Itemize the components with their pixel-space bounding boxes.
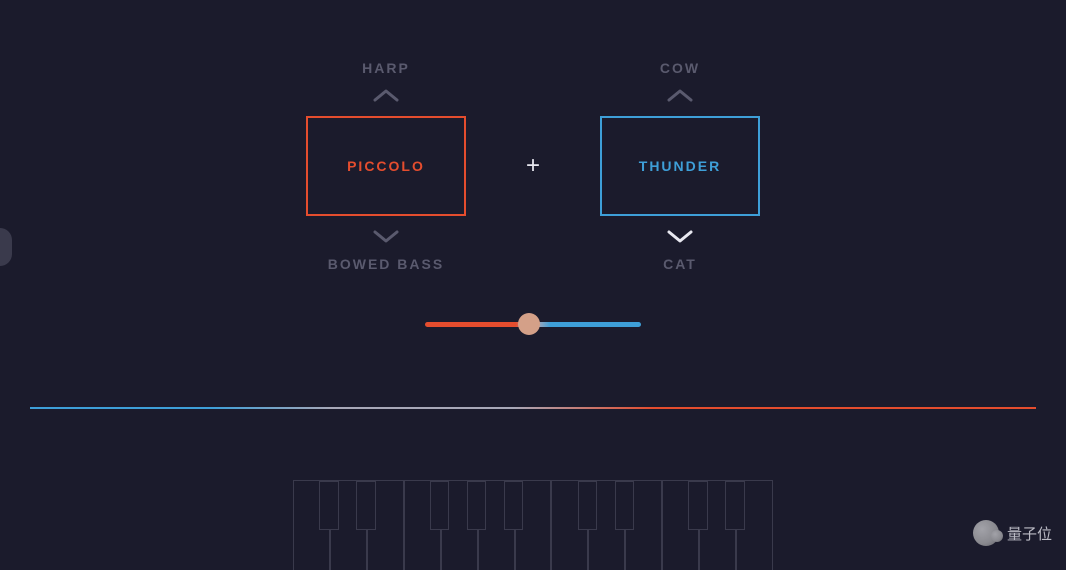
chevron-up-icon[interactable] (373, 88, 399, 104)
app-container: HARP PICCOLO BOWED BASS + COW THUNDER (0, 0, 1066, 570)
chevron-down-icon[interactable] (667, 228, 693, 244)
piano-black-key[interactable] (356, 481, 376, 530)
piano-white-key[interactable] (404, 480, 441, 570)
watermark: 量子位 (973, 520, 1052, 546)
piano-black-key[interactable] (430, 481, 450, 530)
left-selection-label: PICCOLO (347, 158, 425, 174)
blend-slider[interactable] (425, 312, 641, 336)
slider-handle[interactable] (518, 313, 540, 335)
left-edge-tab[interactable] (0, 228, 12, 266)
chevron-up-icon[interactable] (667, 88, 693, 104)
right-selection-label: THUNDER (639, 158, 721, 174)
piano-white-key[interactable] (293, 480, 330, 570)
left-prev-option-label: HARP (362, 60, 410, 76)
wechat-icon (973, 520, 999, 546)
piano-black-key[interactable] (319, 481, 339, 530)
left-selection-box[interactable]: PICCOLO (306, 116, 466, 216)
sound-selectors-row: HARP PICCOLO BOWED BASS + COW THUNDER (306, 60, 760, 272)
piano-white-key[interactable] (662, 480, 699, 570)
left-selector-group: HARP PICCOLO BOWED BASS (306, 60, 466, 272)
piano-keyboard[interactable] (293, 480, 773, 570)
right-selector-group: COW THUNDER CAT (600, 60, 760, 272)
piano-black-key[interactable] (615, 481, 635, 530)
piano-black-key[interactable] (688, 481, 708, 530)
right-prev-option-label: COW (660, 60, 700, 76)
piano-black-key[interactable] (578, 481, 598, 530)
left-next-option-label: BOWED BASS (328, 256, 444, 272)
piano-black-key[interactable] (504, 481, 524, 530)
plus-combine-symbol: + (526, 152, 540, 180)
right-selection-box[interactable]: THUNDER (600, 116, 760, 216)
piano-black-key[interactable] (467, 481, 487, 530)
right-next-option-label: CAT (663, 256, 697, 272)
piano-white-key[interactable] (551, 480, 588, 570)
watermark-text: 量子位 (1007, 523, 1052, 544)
piano-black-key[interactable] (725, 481, 745, 530)
gradient-divider-line (30, 407, 1036, 409)
chevron-down-icon[interactable] (373, 228, 399, 244)
